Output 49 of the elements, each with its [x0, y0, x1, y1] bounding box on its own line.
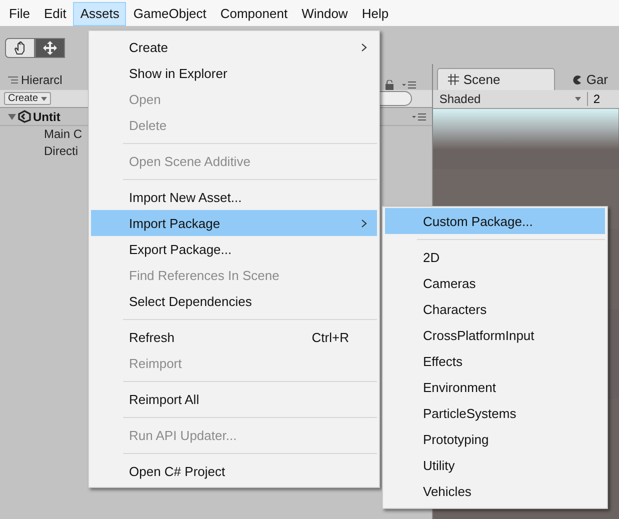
- menu-item[interactable]: Effects: [385, 348, 605, 374]
- toolbar-toggle[interactable]: 2: [588, 92, 600, 106]
- menu-item[interactable]: CrossPlatformInput: [385, 322, 605, 348]
- menu-bar-item[interactable]: Help: [354, 2, 396, 26]
- panel-tab[interactable]: Scene: [437, 68, 556, 90]
- menu-item[interactable]: Vehicles: [385, 478, 605, 504]
- menu-item[interactable]: Custom Package...: [385, 208, 605, 234]
- create-dropdown[interactable]: Create: [4, 92, 51, 105]
- move-icon: [42, 40, 58, 56]
- lock-icon[interactable]: [385, 80, 394, 90]
- menu-bar-item[interactable]: File: [2, 2, 37, 26]
- menu-bar-item[interactable]: Assets: [73, 2, 126, 26]
- list-icon: [8, 76, 18, 84]
- menu-item[interactable]: Prototyping: [385, 426, 605, 452]
- tool-button[interactable]: [35, 38, 65, 58]
- options-menu-icon[interactable]: [402, 81, 416, 89]
- menu-item[interactable]: ParticleSystems: [385, 400, 605, 426]
- menu-item[interactable]: Refresh Ctrl+R: [91, 324, 377, 350]
- menu-item[interactable]: Environment: [385, 374, 605, 400]
- menu-bar-item[interactable]: GameObject: [126, 2, 214, 26]
- menu-item[interactable]: Export Package...: [91, 236, 377, 262]
- options-menu-icon[interactable]: [412, 112, 426, 120]
- menu-item[interactable]: Reimport All: [91, 386, 377, 412]
- menu-item[interactable]: Import Package: [91, 210, 377, 236]
- unity-logo-icon: [18, 110, 31, 123]
- menu-item[interactable]: 2D: [385, 244, 605, 270]
- scene-tree-item[interactable]: Untit: [6, 110, 60, 124]
- hierarchy-tab[interactable]: Hierarcl: [0, 70, 70, 90]
- menu-item[interactable]: Open C# Project: [91, 458, 377, 484]
- menu-bar-item[interactable]: Component: [213, 2, 295, 26]
- grid-icon: [448, 74, 460, 85]
- caret-down-icon: [575, 97, 582, 101]
- menu-item[interactable]: Import New Asset...: [91, 184, 377, 210]
- menu-item[interactable]: Show in Explorer: [91, 60, 377, 86]
- menu-item[interactable]: Select Dependencies: [91, 288, 377, 314]
- menu-item[interactable]: Create: [91, 34, 377, 60]
- menu-item[interactable]: Characters: [385, 296, 605, 322]
- hand-icon: [13, 41, 27, 55]
- expand-triangle-icon[interactable]: [8, 112, 16, 120]
- menu-bar-item[interactable]: Window: [294, 2, 355, 26]
- chevron-right-icon: [361, 42, 367, 52]
- menu-item[interactable]: Utility: [385, 452, 605, 478]
- shading-dropdown[interactable]: Shaded: [433, 92, 588, 106]
- menu-bar-item[interactable]: Edit: [36, 2, 74, 26]
- caret-down-icon: [40, 97, 47, 101]
- menu-item[interactable]: Cameras: [385, 270, 605, 296]
- tool-button[interactable]: [5, 38, 35, 58]
- chevron-right-icon: [361, 218, 367, 228]
- pacman-icon: [572, 74, 582, 84]
